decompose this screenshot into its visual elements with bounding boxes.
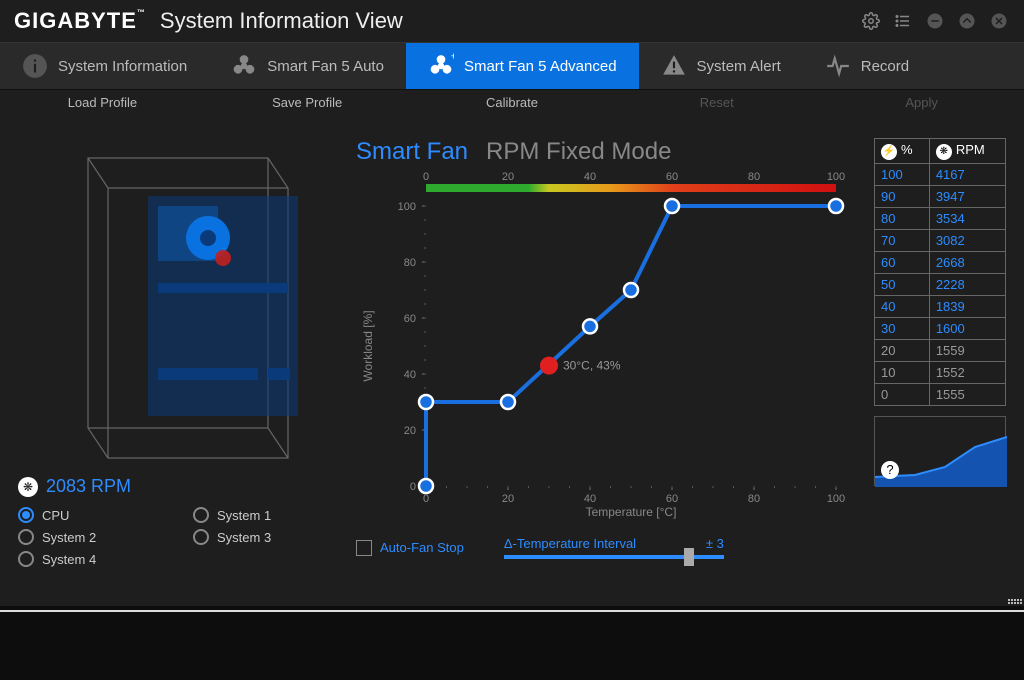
delta-label: Δ-Temperature Interval (504, 536, 636, 551)
mode-title-b: RPM Fixed Mode (486, 138, 671, 166)
svg-text:Workload [%]: Workload [%] (361, 310, 375, 381)
close-icon[interactable] (988, 10, 1010, 32)
radio-system-2[interactable]: System 2 (18, 529, 163, 545)
tab-smart-fan-5-advanced[interactable]: + Smart Fan 5 Advanced (406, 43, 639, 89)
svg-text:0: 0 (410, 481, 416, 493)
table-row: 201559 (875, 339, 1006, 361)
table-row: 803534 (875, 207, 1006, 229)
table-row: 101552 (875, 361, 1006, 383)
svg-text:80: 80 (748, 171, 760, 183)
svg-text:60: 60 (666, 493, 678, 505)
tab-icon (825, 53, 851, 79)
pwm-rpm-table: ⚡%❋RPM1004167903947803534703082602668502… (874, 138, 1006, 406)
tab-record[interactable]: Record (803, 43, 931, 89)
main-tabs: System Information Smart Fan 5 Auto + Smart… (0, 42, 1024, 90)
tab-label: Smart Fan 5 Advanced (464, 58, 617, 75)
svg-text:60: 60 (404, 313, 416, 325)
tab-label: System Alert (697, 58, 781, 75)
subtab-reset: Reset (614, 90, 819, 116)
title-bar: GIGABYTE™ System Information View (0, 610, 1024, 612)
app-title: System Information View (160, 8, 403, 34)
title-bar: GIGABYTE™ System Information View (0, 0, 1024, 42)
fan-selector: CPU System 1 System 2 System 3 System 4 (18, 507, 338, 567)
radio-system-1[interactable]: System 1 (193, 507, 338, 523)
table-row: 703082 (875, 229, 1006, 251)
sub-tabs: Load ProfileSave ProfileCalibrateResetAp… (0, 90, 1024, 116)
pc-case-illustration (18, 138, 318, 468)
table-row: 301600 (875, 317, 1006, 339)
subtab-calibrate[interactable]: Calibrate (410, 90, 615, 116)
svg-text:20: 20 (404, 425, 416, 437)
radio-system-4[interactable]: System 4 (18, 551, 163, 567)
help-icon[interactable]: ? (881, 461, 899, 479)
table-row: 1004167 (875, 163, 1006, 185)
svg-text:20: 20 (502, 171, 514, 183)
mode-title-a: Smart Fan (356, 138, 468, 166)
table-row: 903947 (875, 185, 1006, 207)
svg-text:Temperature [°C]: Temperature [°C] (586, 505, 677, 519)
subtab-save-profile[interactable]: Save Profile (205, 90, 410, 116)
brand-logo: GIGABYTE™ (14, 8, 146, 34)
fan-curve-chart[interactable]: 0 20 40 60 80 100 0 20 40 60 80 100 0 20 40 60 80 100 Temp… (356, 170, 846, 530)
svg-text:60: 60 (666, 171, 678, 183)
table-row: 01555 (875, 383, 1006, 405)
tab-icon (22, 53, 48, 79)
maximize-icon[interactable] (956, 10, 978, 32)
tab-label: Smart Fan 5 Auto (267, 58, 384, 75)
svg-text:40: 40 (584, 493, 596, 505)
tab-icon (661, 53, 687, 79)
svg-text:100: 100 (827, 171, 845, 183)
svg-text:80: 80 (748, 493, 760, 505)
auto-fan-stop-checkbox[interactable]: Auto-Fan Stop (356, 540, 464, 556)
svg-text:100: 100 (398, 201, 416, 213)
radio-system-3[interactable]: System 3 (193, 529, 338, 545)
list-icon[interactable] (892, 10, 914, 32)
tab-system-information[interactable]: System Information (0, 43, 209, 89)
svg-text:20: 20 (502, 493, 514, 505)
svg-text:30°C, 43%: 30°C, 43% (563, 359, 621, 373)
table-row: 502228 (875, 273, 1006, 295)
table-row: 401839 (875, 295, 1006, 317)
svg-text:0: 0 (423, 171, 429, 183)
settings-icon[interactable] (860, 10, 882, 32)
tab-label: Record (861, 58, 909, 75)
fan-icon: ❋ (18, 477, 38, 497)
current-rpm: ❋ 2083 RPM (18, 476, 338, 497)
delta-slider[interactable] (504, 555, 724, 559)
svg-text:0: 0 (423, 493, 429, 505)
subtab-apply: Apply (819, 90, 1024, 116)
radio-cpu[interactable]: CPU (18, 507, 163, 523)
rpm-value: 2083 RPM (46, 476, 131, 497)
resize-grip[interactable] (1006, 588, 1022, 604)
subtab-load-profile[interactable]: Load Profile (0, 90, 205, 116)
tab-smart-fan-5-auto[interactable]: Smart Fan 5 Auto (209, 43, 406, 89)
tab-system-alert[interactable]: System Alert (639, 43, 803, 89)
svg-text:80: 80 (404, 257, 416, 269)
delta-value: ± 3 (706, 536, 724, 551)
minimize-icon[interactable] (924, 10, 946, 32)
tab-icon: + (428, 53, 454, 79)
svg-text:40: 40 (584, 171, 596, 183)
tab-label: System Information (58, 58, 187, 75)
svg-text:+: + (451, 53, 454, 63)
table-row: 602668 (875, 251, 1006, 273)
svg-text:40: 40 (404, 369, 416, 381)
mini-preview: ? (874, 416, 1006, 486)
svg-text:100: 100 (827, 493, 845, 505)
tab-icon (231, 53, 257, 79)
